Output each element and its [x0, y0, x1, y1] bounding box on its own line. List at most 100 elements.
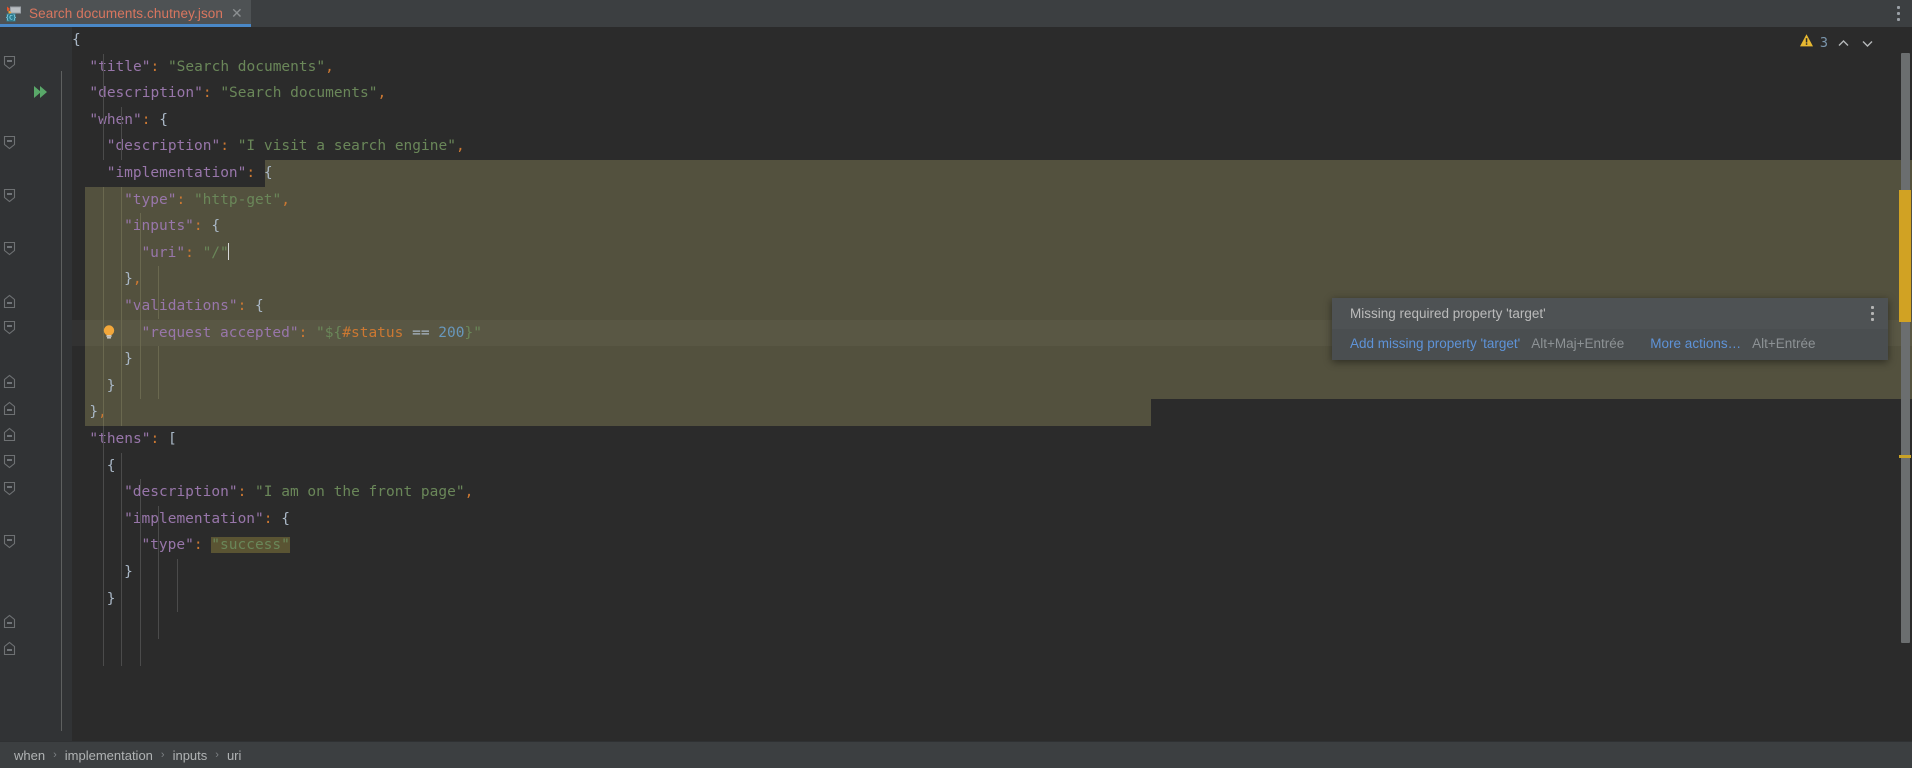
- fold-marker-open-line-1[interactable]: [1, 54, 18, 71]
- fold-marker-open-line-17[interactable]: [1, 480, 18, 497]
- line-text[interactable]: "validations": {: [72, 293, 264, 320]
- close-icon[interactable]: ✕: [229, 7, 243, 21]
- line-text[interactable]: },: [72, 399, 106, 426]
- code-token: {: [281, 510, 290, 527]
- line-text[interactable]: "type": "success": [72, 532, 290, 559]
- code-line[interactable]: 7"type": "http-get",: [0, 187, 1912, 214]
- code-line[interactable]: 6"implementation": {: [0, 160, 1912, 187]
- code-token: "${: [316, 324, 343, 341]
- code-line[interactable]: 5"description": "I visit a search engine…: [0, 133, 1912, 160]
- fold-marker-close-line-21[interactable]: [1, 613, 18, 630]
- code-line[interactable]: 19"implementation": {: [0, 506, 1912, 533]
- code-token: :: [298, 324, 308, 341]
- fold-marker-close-line-13[interactable]: [1, 373, 18, 390]
- editor-vertical-scrollbar[interactable]: [1898, 27, 1912, 741]
- code-token: {: [159, 111, 168, 128]
- code-editor[interactable]: 1{2"title": "Search documents",3"descrip…: [0, 27, 1912, 741]
- code-token: }: [124, 564, 133, 580]
- line-text[interactable]: "implementation": {: [72, 506, 290, 533]
- code-token: ,: [325, 58, 334, 75]
- line-text[interactable]: "uri": "/": [72, 240, 230, 267]
- line-text[interactable]: "request accepted": "${#status == 200}": [72, 320, 482, 347]
- code-lines[interactable]: 1{2"title": "Search documents",3"descrip…: [0, 27, 1912, 741]
- code-line[interactable]: 20"type": "success": [0, 532, 1912, 559]
- more-actions-action[interactable]: More actions…: [1650, 336, 1741, 351]
- code-token: ==: [403, 324, 439, 341]
- code-token: "implementation": [106, 165, 247, 181]
- line-text[interactable]: "type": "http-get",: [72, 187, 290, 214]
- code-token: "when": [89, 111, 142, 128]
- fold-marker-close-line-14[interactable]: [1, 400, 18, 417]
- code-folding-column[interactable]: [52, 27, 72, 741]
- fold-marker-open-line-8[interactable]: [1, 240, 18, 257]
- warning-triangle-icon: [1799, 33, 1814, 53]
- code-token: "description": [89, 85, 203, 102]
- breadcrumb[interactable]: when › implementation › inputs › uri: [0, 741, 1912, 768]
- code-line[interactable]: 4"when": {: [0, 107, 1912, 134]
- add-missing-property-action[interactable]: Add missing property 'target': [1350, 336, 1520, 351]
- code-token: "I am on the front page": [255, 484, 465, 501]
- code-line[interactable]: 16"thens": [: [0, 426, 1912, 453]
- code-token: }: [124, 351, 133, 368]
- code-line[interactable]: 2"title": "Search documents",: [0, 54, 1912, 81]
- line-text[interactable]: {: [72, 453, 116, 480]
- fold-marker-open-line-16[interactable]: [1, 453, 18, 470]
- add-missing-property-shortcut: Alt+Maj+Entrée: [1531, 336, 1625, 351]
- intention-action-popup[interactable]: Missing required property 'target' Add m…: [1332, 298, 1888, 360]
- line-text[interactable]: {: [72, 27, 81, 54]
- line-text[interactable]: "title": "Search documents",: [72, 54, 334, 81]
- line-text[interactable]: "description": "Search documents",: [72, 80, 386, 107]
- code-token: "type": [124, 191, 177, 208]
- editor-tab-search-documents[interactable]: {C} Search documents.chutney.json ✕: [0, 0, 251, 27]
- line-text[interactable]: "inputs": {: [72, 213, 220, 240]
- code-line[interactable]: 3"description": "Search documents",: [0, 80, 1912, 107]
- scrollbar-warning-marker[interactable]: [1899, 190, 1911, 322]
- more-vertical-icon[interactable]: [1861, 306, 1874, 321]
- code-line[interactable]: 8"inputs": {: [0, 213, 1912, 240]
- code-line[interactable]: 14}: [0, 373, 1912, 400]
- fold-marker-close-line-22[interactable]: [1, 640, 18, 657]
- inspection-status-widget[interactable]: 3: [1799, 32, 1876, 54]
- line-text[interactable]: "description": "I am on the front page",: [72, 479, 473, 506]
- run-double-chevron-icon[interactable]: [32, 83, 50, 101]
- chevron-up-icon[interactable]: [1834, 34, 1852, 52]
- scrollbar-thumb[interactable]: [1901, 53, 1910, 643]
- breadcrumb-item-implementation[interactable]: implementation: [59, 748, 159, 763]
- breadcrumb-separator: ›: [160, 749, 165, 761]
- breadcrumb-item-inputs[interactable]: inputs: [167, 748, 214, 763]
- fold-marker-open-line-4[interactable]: [1, 134, 18, 151]
- line-text[interactable]: "description": "I visit a search engine"…: [72, 133, 465, 160]
- code-token: :: [246, 165, 256, 181]
- code-token: }": [464, 324, 482, 341]
- fold-marker-open-line-19[interactable]: [1, 533, 18, 550]
- code-line[interactable]: 22}: [0, 586, 1912, 613]
- chevron-down-icon[interactable]: [1858, 34, 1876, 52]
- line-text[interactable]: "when": {: [72, 107, 168, 134]
- lightbulb-icon[interactable]: [100, 323, 118, 341]
- fold-marker-close-line-15[interactable]: [1, 426, 18, 443]
- line-text[interactable]: }: [72, 586, 116, 613]
- code-line[interactable]: 18"description": "I am on the front page…: [0, 479, 1912, 506]
- scrollbar-warning-tick[interactable]: [1899, 455, 1911, 458]
- code-line[interactable]: 9"uri": "/": [0, 240, 1912, 267]
- code-line[interactable]: 1{: [0, 27, 1912, 54]
- code-line[interactable]: 17{: [0, 453, 1912, 480]
- fold-marker-close-line-10[interactable]: [1, 293, 18, 310]
- line-text[interactable]: "thens": [: [72, 426, 176, 453]
- line-text[interactable]: }: [72, 373, 116, 400]
- fold-marker-open-line-11[interactable]: [1, 319, 18, 336]
- warning-count: 3: [1819, 35, 1828, 51]
- breadcrumb-item-when[interactable]: when: [8, 748, 51, 763]
- code-line[interactable]: 21}: [0, 559, 1912, 586]
- line-text[interactable]: },: [72, 266, 141, 293]
- code-token: "Search documents": [220, 85, 378, 102]
- code-line[interactable]: 10},: [0, 266, 1912, 293]
- fold-marker-open-line-6[interactable]: [1, 187, 18, 204]
- line-text[interactable]: "implementation": {: [72, 160, 273, 187]
- breadcrumb-item-uri[interactable]: uri: [221, 748, 247, 763]
- more-vertical-icon[interactable]: [1884, 0, 1912, 27]
